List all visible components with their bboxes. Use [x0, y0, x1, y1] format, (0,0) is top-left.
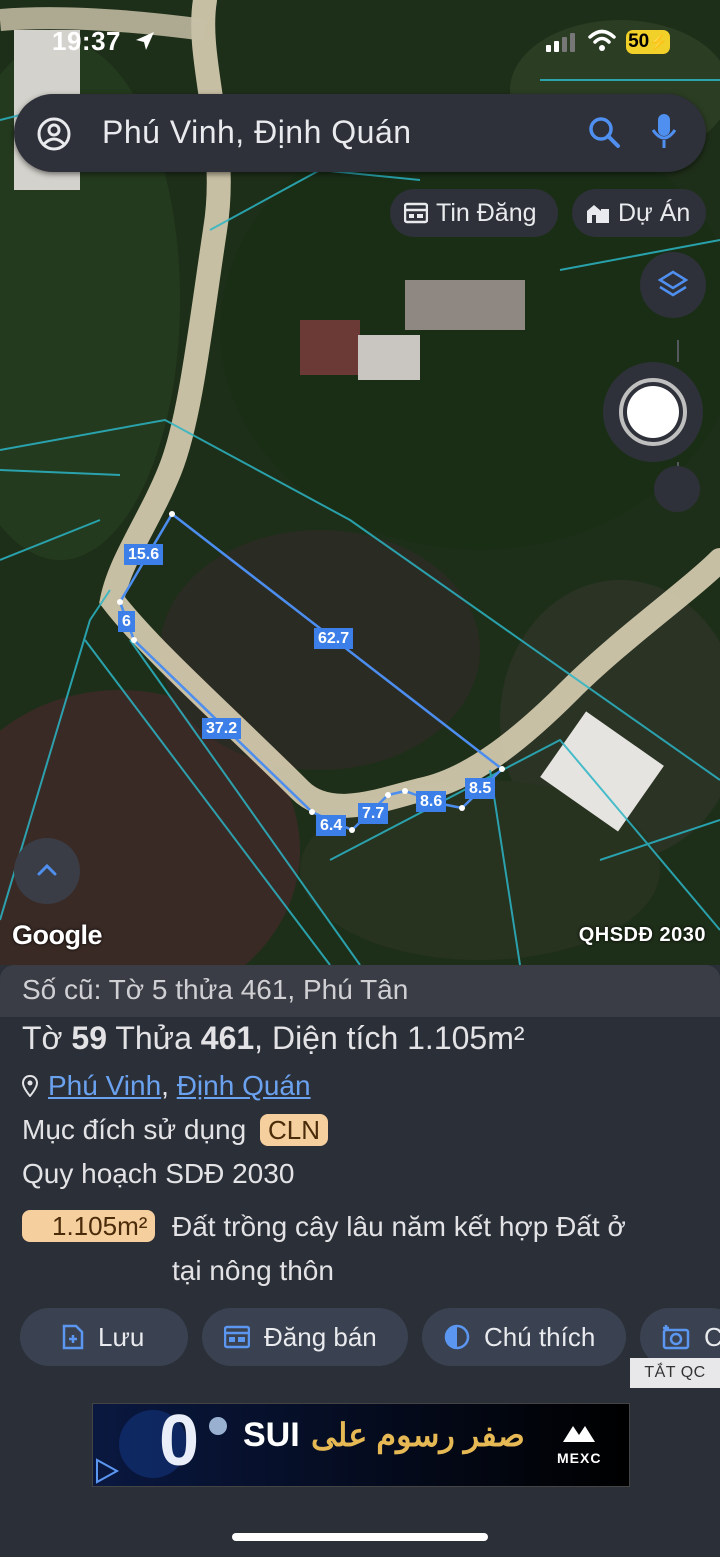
legend-button[interactable]: Chú thích — [422, 1308, 626, 1366]
status-bar: 19:37 50⚡ — [0, 24, 720, 64]
edge-length-label: 37.2 — [202, 718, 242, 739]
slider-track — [677, 340, 679, 362]
building-icon — [587, 205, 609, 223]
edge-length-label: 62.7 — [314, 628, 354, 649]
camera-icon — [662, 1325, 690, 1350]
account-icon[interactable] — [36, 116, 72, 152]
ad-arabic-text: صفر رسوم على — [311, 1417, 525, 1453]
ad-brand-text: MEXC — [557, 1450, 602, 1466]
ad-banner[interactable]: 0 SUI صفر رسوم على MEXC — [92, 1403, 630, 1487]
projects-chip[interactable]: Dự Án — [572, 189, 706, 237]
secondary-map-button[interactable] — [654, 466, 700, 512]
listing-icon — [224, 1325, 250, 1349]
charging-icon: ⚡ — [649, 34, 668, 51]
location-pin-icon — [21, 1074, 39, 1098]
listings-label: Tin Đăng — [436, 199, 537, 227]
edge-length-label: 8.5 — [465, 778, 496, 799]
ad-zero-text: 0 — [159, 1403, 200, 1481]
old-parcel-number: Số cũ: Tờ 5 thửa 461, Phú Tân — [22, 974, 409, 1005]
close-ad-button[interactable]: TẮT QC — [630, 1358, 720, 1388]
listing-icon — [404, 202, 428, 224]
plan-label: Quy hoạch SDĐ 2030 — [22, 1158, 295, 1189]
record-button[interactable] — [603, 362, 703, 462]
location-arrow-icon — [136, 32, 154, 50]
legend-label: Chú thích — [484, 1321, 596, 1352]
parcel-title: Tờ 59 Thửa 461, Diện tích 1.105m² — [22, 1020, 525, 1056]
wifi-icon — [588, 29, 616, 51]
plan-area-badge: 1.105m² — [22, 1210, 156, 1242]
save-label: Lưu — [98, 1321, 145, 1352]
clock: 19:37 — [52, 26, 121, 56]
expand-button[interactable] — [14, 838, 80, 904]
land-use-row: Mục đích sử dụng CLN — [22, 1114, 328, 1146]
search-icon[interactable] — [588, 116, 622, 150]
layers-icon — [657, 270, 689, 297]
district-link[interactable]: Định Quán — [177, 1070, 311, 1101]
add-document-icon — [62, 1324, 84, 1350]
search-bar[interactable]: Phú Vinh, Định Quán — [14, 94, 706, 172]
edge-length-label: 6.4 — [316, 815, 347, 836]
home-indicator[interactable] — [232, 1533, 488, 1541]
google-logo: Google — [12, 920, 103, 950]
ad-sui-text: SUI — [243, 1416, 300, 1454]
map-layer-label: QHSDĐ 2030 — [578, 924, 706, 946]
contrast-icon — [444, 1324, 470, 1350]
edge-length-label: 15.6 — [124, 544, 164, 565]
plan-row: 1.105m² — [22, 1210, 156, 1242]
search-input[interactable]: Phú Vinh, Định Quán — [102, 114, 412, 151]
capture-label: C — [704, 1321, 720, 1352]
listings-chip[interactable]: Tin Đăng — [390, 189, 558, 237]
save-button[interactable]: Lưu — [20, 1308, 188, 1366]
parcel-location: Phú Vinh, Định Quán — [21, 1070, 311, 1102]
projects-label: Dự Án — [618, 199, 691, 227]
edge-length-label: 8.6 — [416, 791, 447, 812]
chevron-up-icon — [37, 863, 57, 876]
post-sale-label: Đăng bán — [264, 1321, 377, 1352]
land-use-code-badge: CLN — [259, 1114, 328, 1146]
edge-length-label: 7.7 — [358, 803, 389, 824]
signal-icon — [546, 33, 575, 52]
ward-link[interactable]: Phú Vinh — [48, 1070, 161, 1101]
plan-description-line-1: Đất trồng cây lâu năm kết hợp Đất ở — [172, 1211, 626, 1242]
edge-length-label: 6 — [118, 611, 135, 632]
layers-button[interactable] — [640, 252, 706, 318]
satellite-map[interactable]: 15.6 6 62.7 37.2 6.4 7.7 8.6 8.5 19:37 5… — [0, 0, 720, 965]
plan-description-line-2: tại nông thôn — [172, 1255, 334, 1286]
battery-indicator: 50⚡ — [626, 30, 670, 54]
mexc-logo-icon — [563, 1426, 595, 1442]
microphone-icon[interactable] — [650, 112, 678, 152]
post-sale-button[interactable]: Đăng bán — [202, 1308, 408, 1366]
